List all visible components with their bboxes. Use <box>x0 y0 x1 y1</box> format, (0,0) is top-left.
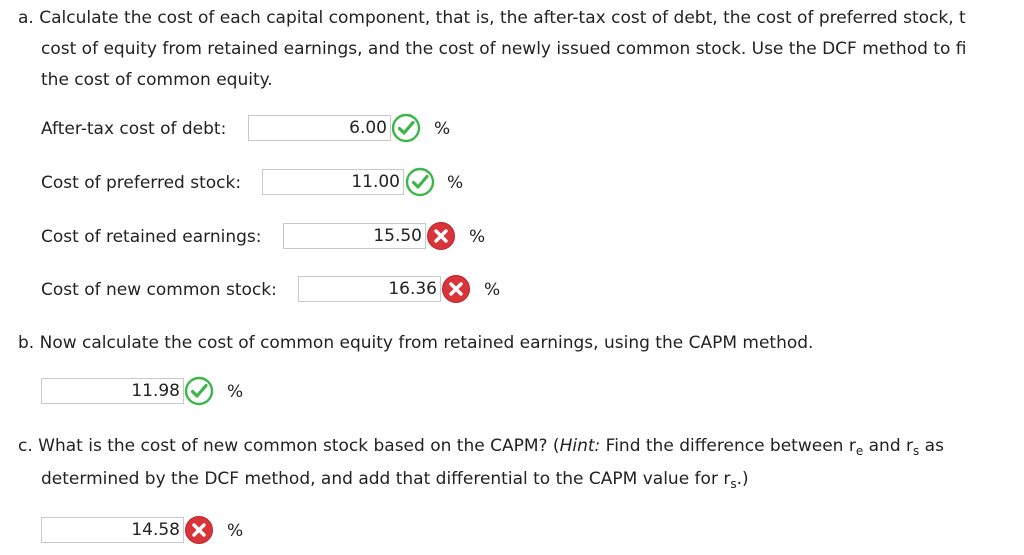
cost-of-preferred-stock-label: Cost of preferred stock: <box>41 173 242 193</box>
part-c-line1-prefix: c. What is the cost of new common stock … <box>18 436 560 456</box>
part-c-line1-and: and r <box>863 436 914 456</box>
capm-new-common-stock-unit: % <box>227 521 244 541</box>
part-c-question-line-2: determined by the DCF method, and add th… <box>41 469 749 490</box>
part-c-line1-suffix: as <box>919 436 944 456</box>
check-circle-icon <box>391 113 421 143</box>
part-a-question-line-2: cost of equity from retained earnings, a… <box>41 39 967 59</box>
cost-of-retained-earnings-unit: % <box>469 227 486 247</box>
cost-of-preferred-stock-input[interactable]: 11.00 <box>262 169 404 195</box>
hint-label: Hint: <box>559 436 601 456</box>
after-tax-cost-of-debt-unit: % <box>434 119 451 139</box>
cost-of-retained-earnings-input[interactable]: 15.50 <box>283 223 426 249</box>
part-b-question: b. Now calculate the cost of common equi… <box>18 333 814 353</box>
part-c-question-line-1: c. What is the cost of new common stock … <box>18 436 944 457</box>
cost-of-preferred-stock-unit: % <box>447 173 464 193</box>
capm-cost-of-equity-unit: % <box>227 382 244 402</box>
part-c-line1-mid: Find the difference between r <box>600 436 856 456</box>
capm-new-common-stock-input[interactable]: 14.58 <box>41 517 184 543</box>
x-circle-icon <box>441 274 471 304</box>
x-circle-icon <box>184 515 214 545</box>
cost-of-new-common-stock-label: Cost of new common stock: <box>41 280 277 300</box>
check-circle-icon <box>184 376 214 406</box>
x-circle-icon <box>426 221 456 251</box>
after-tax-cost-of-debt-input[interactable]: 6.00 <box>248 115 391 141</box>
part-c-line2-prefix: determined by the DCF method, and add th… <box>41 469 731 489</box>
check-circle-icon <box>405 167 435 197</box>
part-c-line2-suffix: .) <box>736 469 749 489</box>
capm-cost-of-equity-input[interactable]: 11.98 <box>41 378 184 404</box>
cost-of-new-common-stock-unit: % <box>484 280 501 300</box>
after-tax-cost-of-debt-label: After-tax cost of debt: <box>41 119 227 139</box>
part-a-question-line-3: the cost of common equity. <box>41 70 273 90</box>
cost-of-new-common-stock-input[interactable]: 16.36 <box>298 276 441 302</box>
part-a-question-line-1: a. Calculate the cost of each capital co… <box>18 8 966 28</box>
cost-of-retained-earnings-label: Cost of retained earnings: <box>41 227 262 247</box>
